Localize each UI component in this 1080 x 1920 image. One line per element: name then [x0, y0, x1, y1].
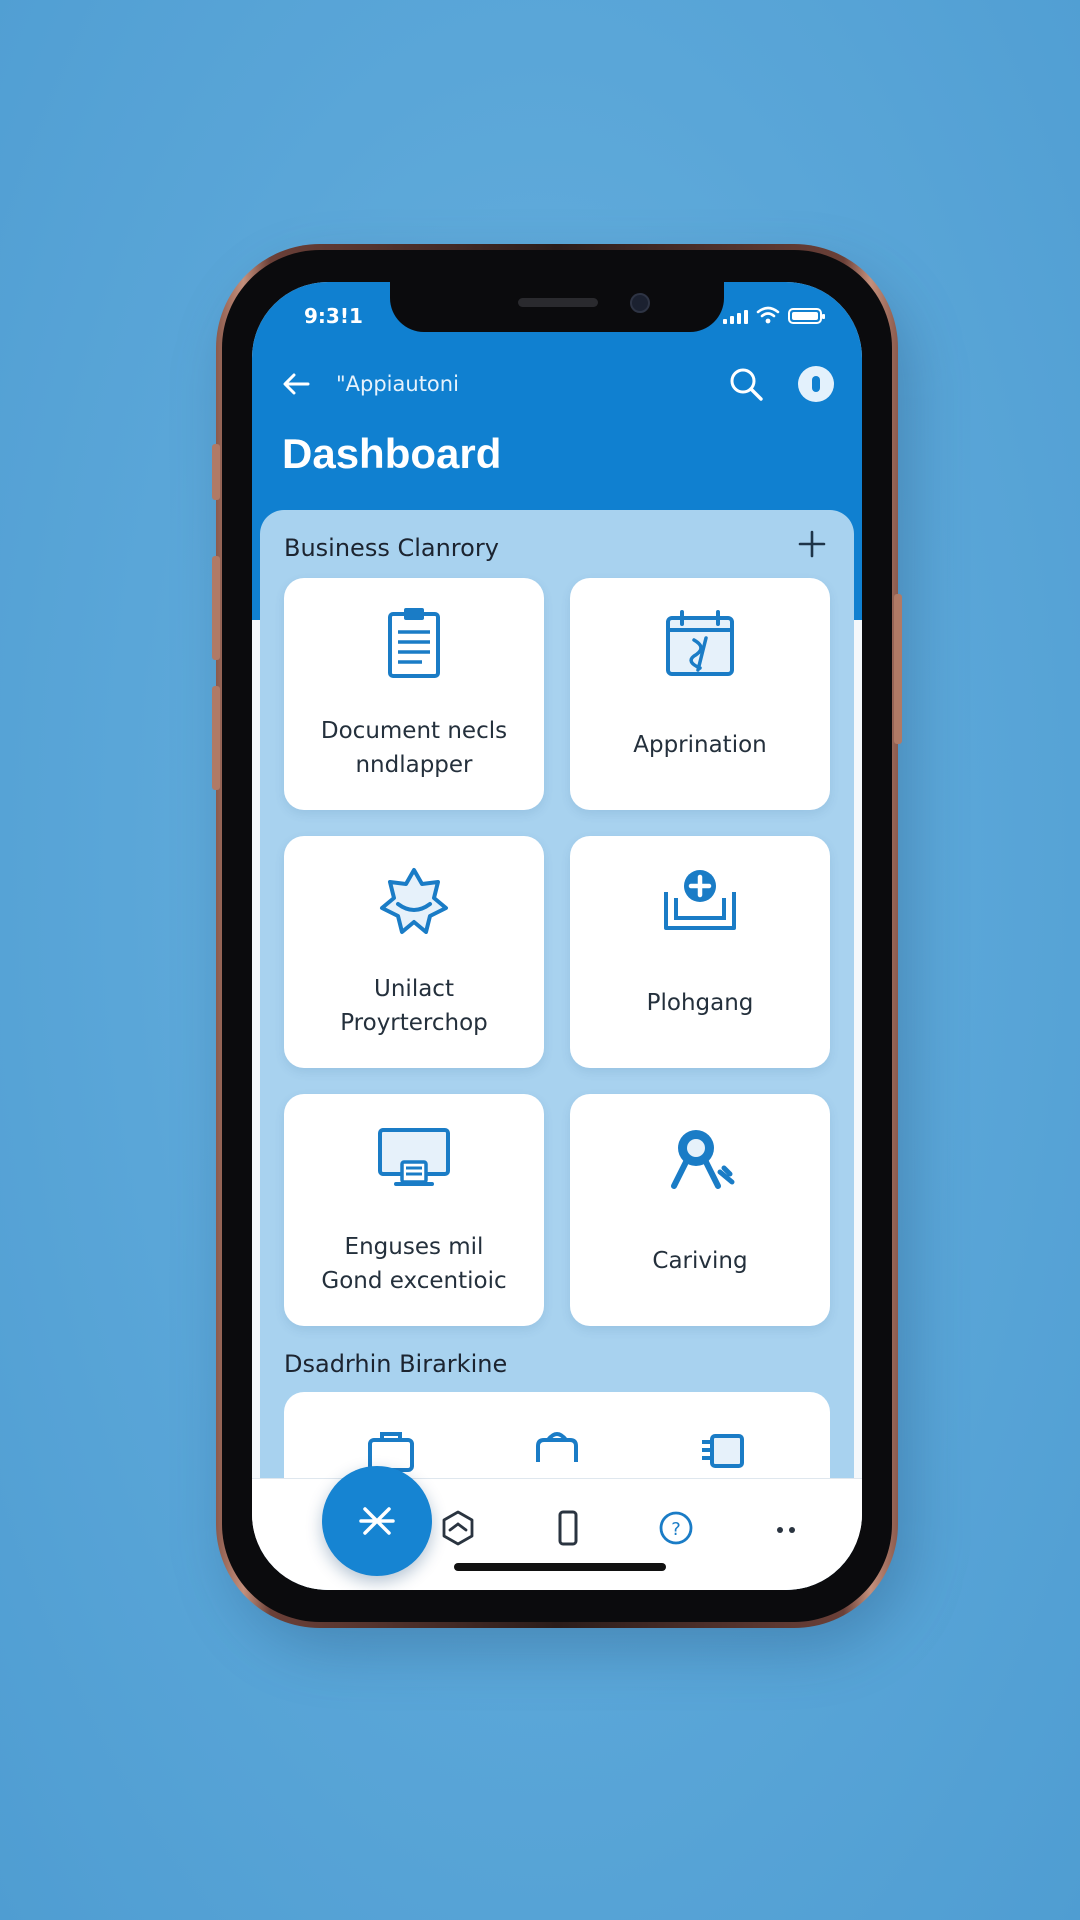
back-arrow-icon[interactable] [278, 366, 314, 402]
tile-appointment[interactable]: Apprination [570, 578, 830, 810]
app-bar-title: "Appiautoni [336, 372, 459, 396]
tile-document[interactable]: Document necls nndlapper [284, 578, 544, 810]
signal-icon [723, 310, 748, 324]
handshake-icon [380, 868, 448, 934]
profile-button[interactable] [798, 366, 834, 402]
svg-text:?: ? [671, 1519, 681, 1540]
add-icon[interactable] [792, 524, 832, 564]
status-icons [723, 306, 825, 324]
battery-icon [788, 308, 825, 324]
page-title: Dashboard [282, 430, 502, 477]
tile-handshake[interactable]: Unilact Proyrterchop [284, 836, 544, 1068]
profile-icon [812, 376, 820, 392]
power-button [894, 594, 902, 744]
tile-label: Document necls nndlapper [320, 718, 508, 778]
fab-icon [359, 1507, 395, 1535]
tile-medical[interactable]: Plohgang [570, 836, 830, 1068]
mute-switch [212, 444, 220, 500]
home-indicator [454, 1563, 666, 1571]
screen: 9:3!1 "Appiautoni Dashboard Business Cla… [252, 282, 862, 1590]
search-icon[interactable] [726, 364, 766, 404]
tile-label: Cariving [652, 1248, 748, 1274]
volume-up-button [212, 556, 220, 660]
more-icon[interactable] [766, 1508, 806, 1548]
section-title-secondary: Dsadrhin Birarkine [284, 1350, 508, 1378]
tile-label: Unilact Proyrterchop [340, 976, 488, 1036]
notch [390, 282, 724, 332]
monitor-icon [378, 1128, 450, 1186]
volume-down-button [212, 686, 220, 790]
tile-label: Apprination [633, 732, 767, 758]
briefcase-icon [536, 1432, 578, 1462]
wifi-icon [756, 306, 780, 324]
medical-case-icon [664, 870, 736, 930]
tile-label: Plohgang [646, 990, 754, 1016]
phone-icon[interactable] [548, 1508, 588, 1548]
floating-action-button[interactable] [322, 1466, 432, 1576]
ticket-icon [702, 1434, 744, 1468]
section-title: Business Clanrory [284, 534, 499, 562]
front-camera [630, 293, 650, 313]
speaker-grill [518, 298, 598, 307]
status-time: 9:3!1 [304, 304, 363, 328]
clipboard-icon [388, 608, 440, 678]
tile-monitor[interactable]: Enguses mil Gond excentioic [284, 1094, 544, 1326]
award-badge-icon [671, 1130, 735, 1189]
phone-frame: 9:3!1 "Appiautoni Dashboard Business Cla… [212, 244, 902, 1628]
tile-award[interactable]: Cariving [570, 1094, 830, 1326]
bezel: 9:3!1 "Appiautoni Dashboard Business Cla… [222, 250, 892, 1622]
cube-icon[interactable] [438, 1508, 478, 1548]
tile-label: Enguses mil Gond excentioic [321, 1234, 507, 1294]
help-icon[interactable]: ? [656, 1508, 696, 1548]
calendar-icon [666, 610, 734, 676]
